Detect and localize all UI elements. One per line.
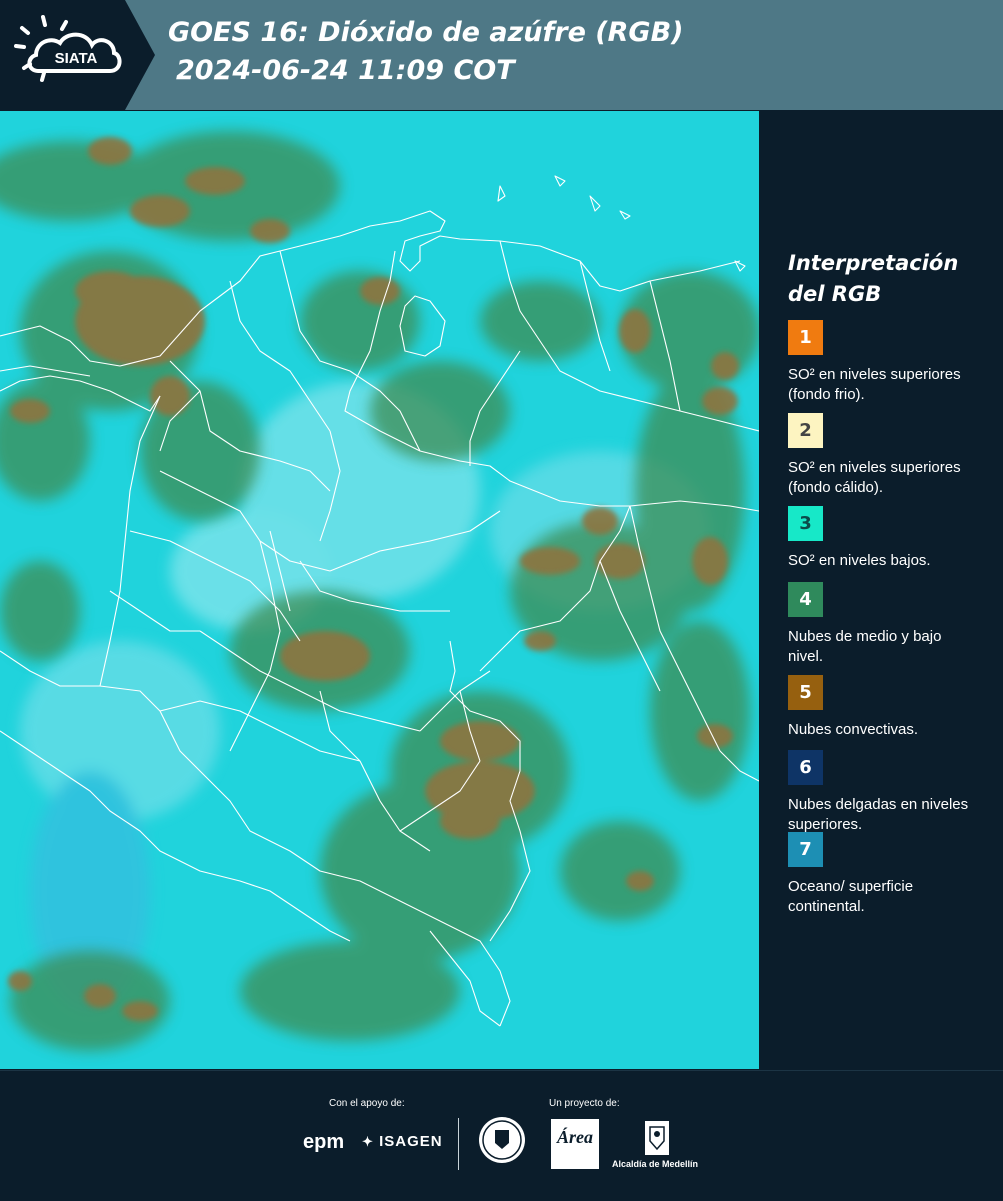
alcaldia-emblem [643, 1119, 671, 1162]
legend-item-6: 6 Nubes delgadas en niveles superiores. [788, 750, 978, 835]
legend-swatch-7: 7 [788, 832, 823, 867]
epm-logo: epm [303, 1131, 345, 1153]
legend-swatch-3: 3 [788, 506, 823, 541]
legend-item-3: 3 SO² en niveles bajos. [788, 506, 978, 571]
isagen-text: ISAGEN [379, 1133, 443, 1150]
legend-label-7: Oceano/ superficie continental. [788, 878, 914, 915]
footer-divider [458, 1118, 459, 1170]
legend-swatch-4: 4 [788, 582, 823, 617]
area-metropolitana-logo: Área [551, 1119, 599, 1169]
legend-item-2: 2 SO² en niveles superiores (fondo cálido… [788, 413, 978, 498]
seal-logo [477, 1115, 527, 1170]
isagen-logo: ✦ ISAGEN [362, 1133, 443, 1150]
page-title: GOES 16: Dióxido de azúfre (RGB) 2024-06… [168, 14, 684, 90]
siata-logo: SIATA [0, 0, 155, 110]
legend-title: Interpretación del RGB [788, 248, 993, 310]
legend-item-4: 4 Nubes de medio y bajo nivel. [788, 582, 978, 667]
support-label: Con el apoyo de: [329, 1098, 405, 1109]
project-label: Un proyecto de: [549, 1098, 620, 1109]
legend-swatch-2: 2 [788, 413, 823, 448]
legend-label-5: Nubes convectivas. [788, 721, 919, 738]
header-bar: SIATA GOES 16: Dióxido de azúfre (RGB) 2… [0, 0, 1003, 110]
rgb-legend: Interpretación del RGB 1 SO² en niveles s… [788, 248, 993, 915]
legend-label-6: Nubes delgadas en niveles superiores. [788, 796, 969, 833]
legend-label-4: Nubes de medio y bajo nivel. [788, 628, 942, 665]
title-line-1: GOES 16: Dióxido de azúfre (RGB) [168, 17, 684, 48]
legend-swatch-1: 1 [788, 320, 823, 355]
satellite-map [0, 111, 759, 1069]
footer: Con el apoyo de: Un proyecto de: epm ✦ I… [0, 1070, 1003, 1201]
alcaldia-text: Alcaldía de Medellín [612, 1159, 699, 1169]
legend-swatch-5: 5 [788, 675, 823, 710]
area-logo-text: Área [557, 1127, 593, 1147]
title-line-2: 2024-06-24 11:09 COT [176, 55, 515, 86]
legend-title-line-2: del RGB [788, 282, 882, 306]
legend-label-1: SO² en niveles superiores (fondo frio). [788, 366, 961, 403]
isagen-icon: ✦ [362, 1134, 374, 1149]
legend-item-7: 7 Oceano/ superficie continental. [788, 832, 978, 917]
legend-swatch-6: 6 [788, 750, 823, 785]
legend-label-3: SO² en niveles bajos. [788, 552, 931, 569]
legend-item-5: 5 Nubes convectivas. [788, 675, 978, 740]
logo-text: SIATA [55, 50, 98, 67]
legend-item-1: 1 SO² en niveles superiores (fondo frio). [788, 320, 978, 405]
legend-label-2: SO² en niveles superiores (fondo cálido)… [788, 459, 961, 496]
legend-title-line-1: Interpretación [788, 251, 959, 275]
